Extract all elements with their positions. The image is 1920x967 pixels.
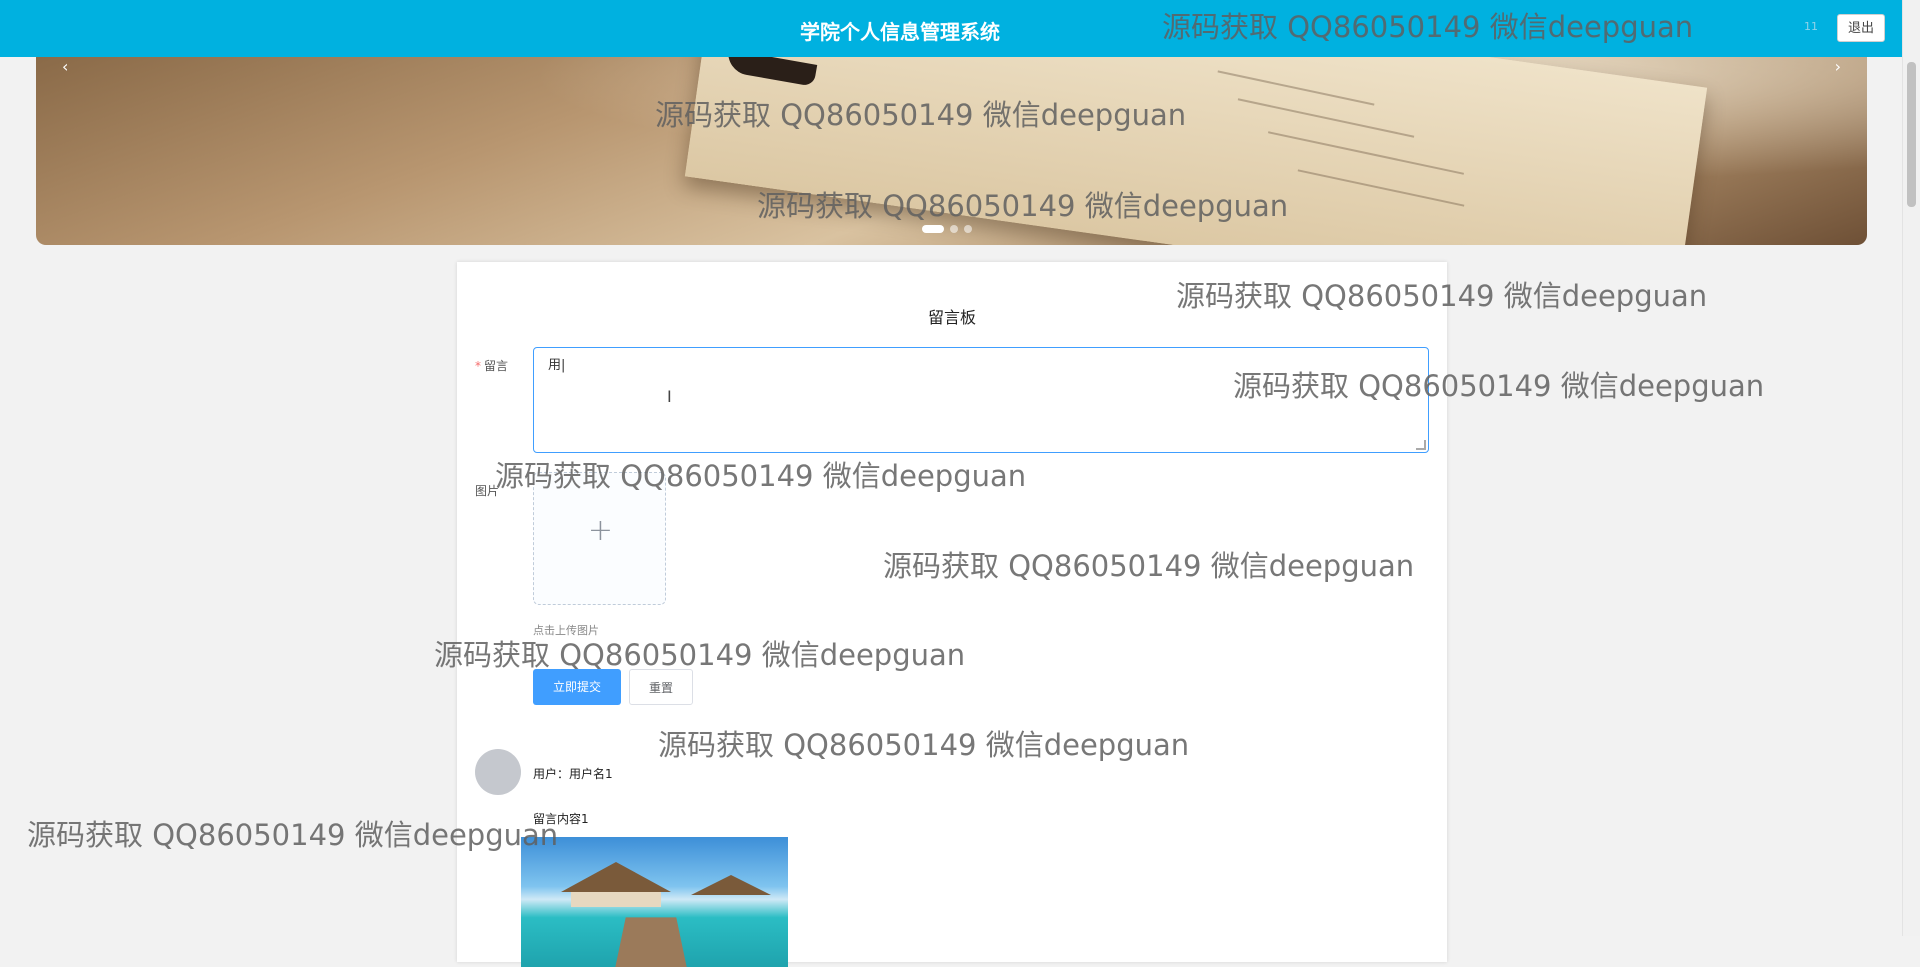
carousel-prev-icon[interactable]: ‹ bbox=[62, 57, 68, 76]
carousel-dot[interactable] bbox=[922, 225, 944, 233]
resize-handle-icon[interactable] bbox=[1416, 440, 1426, 450]
watermark-text: 源码获取 QQ86050149 微信deepguan bbox=[658, 728, 1190, 762]
watermark-text: 源码获取 QQ86050149 微信deepguan bbox=[1233, 369, 1765, 403]
carousel-indicators bbox=[922, 225, 972, 233]
carousel-dot[interactable] bbox=[964, 225, 972, 233]
avatar bbox=[475, 749, 521, 795]
comment-user: 用户：用户名1 bbox=[533, 767, 613, 781]
plus-icon: + bbox=[587, 513, 614, 548]
watermark-text: 源码获取 QQ86050149 微信deepguan bbox=[757, 189, 1289, 223]
carousel-dot[interactable] bbox=[950, 225, 958, 233]
watermark-text: 源码获取 QQ86050149 微信deepguan bbox=[883, 549, 1415, 583]
watermark-text: 源码获取 QQ86050149 微信deepguan bbox=[27, 818, 559, 852]
comment-image bbox=[521, 837, 788, 967]
username-label: 11 bbox=[1804, 20, 1818, 33]
required-mark: * bbox=[475, 359, 481, 373]
scrollbar-thumb[interactable] bbox=[1907, 62, 1916, 207]
watermark-text: 源码获取 QQ86050149 微信deepguan bbox=[1176, 279, 1708, 313]
message-field-label: * 留言 bbox=[475, 359, 509, 373]
message-value: 用| bbox=[548, 358, 566, 373]
watermark-text: 源码获取 QQ86050149 微信deepguan bbox=[655, 98, 1187, 132]
watermark-text: 源码获取 QQ86050149 微信deepguan bbox=[1162, 10, 1694, 44]
reset-button[interactable]: 重置 bbox=[629, 669, 693, 705]
carousel-next-icon[interactable]: › bbox=[1835, 57, 1841, 76]
logout-button[interactable]: 退出 bbox=[1837, 14, 1885, 42]
submit-button[interactable]: 立即提交 bbox=[533, 669, 621, 705]
watermark-text: 源码获取 QQ86050149 微信deepguan bbox=[495, 459, 1027, 493]
text-cursor-icon: I bbox=[667, 387, 672, 406]
watermark-text: 源码获取 QQ86050149 微信deepguan bbox=[434, 638, 966, 672]
page-scrollbar[interactable] bbox=[1902, 0, 1920, 936]
